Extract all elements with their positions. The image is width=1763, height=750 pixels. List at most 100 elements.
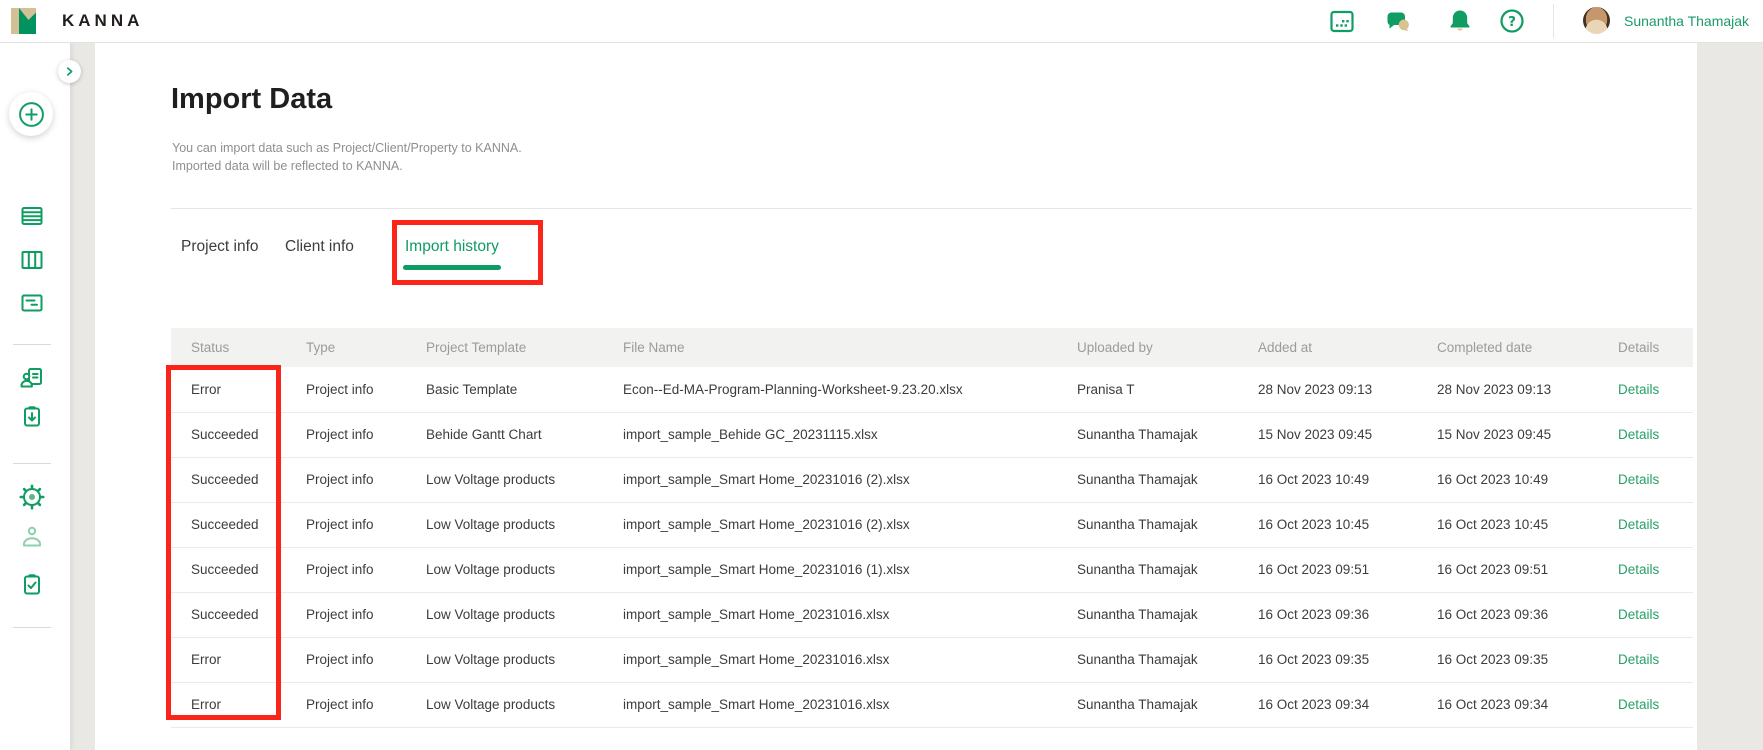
header-divider xyxy=(1553,4,1554,38)
status-cell: Error xyxy=(191,697,221,712)
completed-date-cell: 16 Oct 2023 09:51 xyxy=(1437,562,1549,577)
table-row: Succeeded Project info Low Voltage produ… xyxy=(171,592,1693,637)
uploaded-by-cell: Sunantha Thamajak xyxy=(1077,652,1198,667)
project-template-cell: Low Voltage products xyxy=(426,517,556,532)
file-name-cell: import_sample_Smart Home_20231016.xlsx xyxy=(623,697,890,712)
uploaded-by-cell: Sunantha Thamajak xyxy=(1077,562,1198,577)
status-cell: Error xyxy=(191,381,221,397)
uploaded-by-cell: Sunantha Thamajak xyxy=(1077,697,1198,712)
details-link[interactable]: Details xyxy=(1618,517,1659,532)
status-cell: Succeeded xyxy=(191,472,259,487)
help-icon[interactable]: ? xyxy=(1498,7,1526,35)
settings-gear-icon[interactable] xyxy=(19,484,45,510)
column-header-added-at: Added at xyxy=(1238,328,1417,367)
tasks-clipboard-icon[interactable] xyxy=(19,572,45,598)
svg-text:?: ? xyxy=(1508,14,1516,30)
type-cell: Project info xyxy=(306,427,374,442)
completed-date-cell: 16 Oct 2023 09:34 xyxy=(1437,697,1549,712)
table-row: Succeeded Project info Low Voltage produ… xyxy=(171,502,1693,547)
board-view-icon[interactable] xyxy=(19,247,45,273)
type-cell: Project info xyxy=(306,517,374,532)
type-cell: Project info xyxy=(306,381,374,397)
details-cell: Details xyxy=(1598,637,1693,682)
uploaded-by-cell: Sunantha Thamajak xyxy=(1077,472,1198,487)
project-template-cell: Behide Gantt Chart xyxy=(426,427,542,442)
expand-chevron-icon xyxy=(66,67,73,76)
card-view-icon[interactable] xyxy=(19,290,45,316)
client-document-icon[interactable] xyxy=(19,365,45,391)
added-at-cell: 16 Oct 2023 09:34 xyxy=(1258,697,1370,712)
import-download-icon[interactable] xyxy=(19,404,45,430)
column-header-uploaded-by: Uploaded by xyxy=(1057,328,1238,367)
project-template-cell: Low Voltage products xyxy=(426,562,556,577)
status-cell: Succeeded xyxy=(191,607,259,622)
user-avatar[interactable] xyxy=(1583,7,1610,34)
list-view-icon[interactable] xyxy=(19,203,45,229)
table-header-row: Status Type Project Template File Name U… xyxy=(171,328,1693,367)
column-header-project-template: Project Template xyxy=(406,328,603,367)
status-cell: Error xyxy=(191,652,221,667)
table-row: Error Project info Low Voltage products … xyxy=(171,637,1693,682)
add-new-button[interactable] xyxy=(9,92,53,136)
page-description-line: You can import data such as Project/Clie… xyxy=(172,141,522,155)
details-link[interactable]: Details xyxy=(1618,562,1659,577)
type-cell: Project info xyxy=(306,697,374,712)
main-content: Import Data You can import data such as … xyxy=(95,42,1697,750)
status-cell: Succeeded xyxy=(191,517,259,532)
details-link[interactable]: Details xyxy=(1618,607,1659,622)
details-link[interactable]: Details xyxy=(1618,382,1659,397)
left-sidebar xyxy=(0,42,70,750)
status-cell: Succeeded xyxy=(191,427,259,442)
column-header-details: Details xyxy=(1598,328,1693,367)
completed-date-cell: 16 Oct 2023 09:36 xyxy=(1437,607,1549,622)
details-cell: Details xyxy=(1598,367,1693,412)
notifications-icon[interactable] xyxy=(1446,7,1474,35)
sidebar-divider xyxy=(13,463,51,464)
file-name-cell: import_sample_Smart Home_20231016 (1).xl… xyxy=(623,562,910,577)
added-at-cell: 16 Oct 2023 10:45 xyxy=(1258,517,1370,532)
added-at-cell: 16 Oct 2023 10:49 xyxy=(1258,472,1370,487)
chat-icon[interactable] xyxy=(1384,7,1412,35)
file-name-cell: import_sample_Smart Home_20231016 (2).xl… xyxy=(623,517,910,532)
uploaded-by-cell: Sunantha Thamajak xyxy=(1077,427,1198,442)
table-row: Succeeded Project info Low Voltage produ… xyxy=(171,457,1693,502)
project-template-cell: Low Voltage products xyxy=(426,697,556,712)
sidebar-expand-button[interactable] xyxy=(58,60,81,83)
import-history-table: Status Type Project Template File Name U… xyxy=(171,328,1693,728)
import-history-rows: Error Project info Basic Template Econ--… xyxy=(171,367,1693,727)
table-row: Succeeded Project info Low Voltage produ… xyxy=(171,547,1693,592)
details-cell: Details xyxy=(1598,547,1693,592)
column-header-completed-date: Completed date xyxy=(1417,328,1598,367)
kanna-import-data-page: { "brand": { "name": "KANNA" }, "header"… xyxy=(0,0,1763,750)
file-name-cell: Econ--Ed-MA-Program-Planning-Worksheet-9… xyxy=(623,381,963,397)
file-name-cell: import_sample_Smart Home_20231016 (2).xl… xyxy=(623,472,910,487)
details-cell: Details xyxy=(1598,682,1693,727)
section-divider xyxy=(171,208,1692,209)
project-template-cell: Basic Template xyxy=(426,381,518,397)
project-template-cell: Low Voltage products xyxy=(426,607,556,622)
details-cell: Details xyxy=(1598,412,1693,457)
file-name-cell: import_sample_Smart Home_20231016.xlsx xyxy=(623,652,890,667)
added-at-cell: 16 Oct 2023 09:35 xyxy=(1258,652,1370,667)
calendar-icon[interactable] xyxy=(1328,7,1356,35)
details-link[interactable]: Details xyxy=(1618,652,1659,667)
uploaded-by-cell: Pranisa T xyxy=(1077,381,1135,397)
user-name[interactable]: Sunantha Thamajak xyxy=(1624,13,1749,29)
added-at-cell: 16 Oct 2023 09:51 xyxy=(1258,562,1370,577)
completed-date-cell: 15 Nov 2023 09:45 xyxy=(1437,427,1552,442)
details-link[interactable]: Details xyxy=(1618,472,1659,487)
completed-date-cell: 16 Oct 2023 10:49 xyxy=(1437,472,1549,487)
details-link[interactable]: Details xyxy=(1618,697,1659,712)
tab-project-info[interactable]: Project info xyxy=(181,234,259,260)
completed-date-cell: 16 Oct 2023 10:45 xyxy=(1437,517,1549,532)
details-link[interactable]: Details xyxy=(1618,427,1659,442)
details-cell: Details xyxy=(1598,502,1693,547)
tab-client-info[interactable]: Client info xyxy=(285,234,354,260)
column-header-status: Status xyxy=(171,328,286,367)
tab-import-history[interactable]: Import history xyxy=(403,234,501,270)
project-template-cell: Low Voltage products xyxy=(426,652,556,667)
file-name-cell: import_sample_Smart Home_20231016.xlsx xyxy=(623,607,890,622)
account-person-icon[interactable] xyxy=(19,524,45,550)
table-row: Succeeded Project info Behide Gantt Char… xyxy=(171,412,1693,457)
column-header-file-name: File Name xyxy=(603,328,1057,367)
